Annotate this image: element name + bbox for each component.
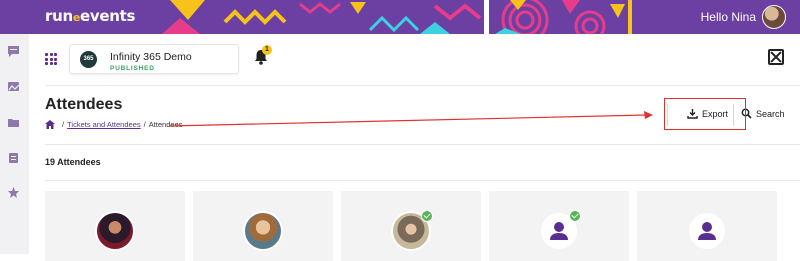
attendee-card[interactable] <box>341 191 481 261</box>
app-grid-icon[interactable] <box>45 53 57 65</box>
attendee-avatar-placeholder <box>687 211 727 251</box>
checked-in-icon <box>569 210 581 222</box>
divider <box>45 85 800 86</box>
page-title: Attendees <box>45 96 123 113</box>
attendee-avatar <box>243 211 283 251</box>
event-name: Infinity 365 Demo <box>110 51 192 63</box>
decorative-banner <box>162 0 632 34</box>
user-icon <box>698 222 716 240</box>
image-icon[interactable] <box>7 80 20 93</box>
chat-icon[interactable] <box>7 45 20 58</box>
top-bar: runeevents Hello Nina <box>0 0 800 34</box>
search-button[interactable]: Search <box>741 108 785 119</box>
event-status-badge: PUBLISHED <box>110 65 155 72</box>
attendee-card[interactable] <box>193 191 333 261</box>
checked-in-icon <box>421 210 433 222</box>
event-selector[interactable]: 365 Infinity 365 Demo PUBLISHED <box>69 44 239 74</box>
annotation-arrow <box>169 111 653 127</box>
app-logo[interactable]: runeevents <box>45 7 135 25</box>
sidebar <box>0 34 29 254</box>
attendee-card[interactable] <box>45 191 185 261</box>
event-logo: 365 <box>80 51 97 68</box>
attendee-card[interactable] <box>637 191 777 261</box>
user-avatar[interactable] <box>762 5 786 29</box>
clipboard-icon[interactable] <box>7 151 20 164</box>
close-button[interactable] <box>768 49 784 65</box>
divider <box>45 180 800 181</box>
attendee-avatar <box>95 211 135 251</box>
folder-icon[interactable] <box>7 116 20 129</box>
breadcrumb-link-tickets[interactable]: Tickets and Attendees <box>67 120 141 129</box>
home-icon[interactable] <box>45 120 55 129</box>
notification-count-badge: 1 <box>262 45 272 55</box>
user-greeting: Hello Nina <box>700 10 756 24</box>
banner-divider <box>484 0 489 34</box>
star-icon[interactable] <box>7 186 20 199</box>
divider <box>45 144 800 145</box>
attendee-card[interactable] <box>489 191 629 261</box>
breadcrumb: / Tickets and Attendees / Attendees <box>45 120 183 129</box>
annotation-highlight-box <box>664 98 746 130</box>
attendee-count: 19 Attendees <box>45 157 101 167</box>
main-content: 365 Infinity 365 Demo PUBLISHED 1 Attend… <box>29 34 800 261</box>
